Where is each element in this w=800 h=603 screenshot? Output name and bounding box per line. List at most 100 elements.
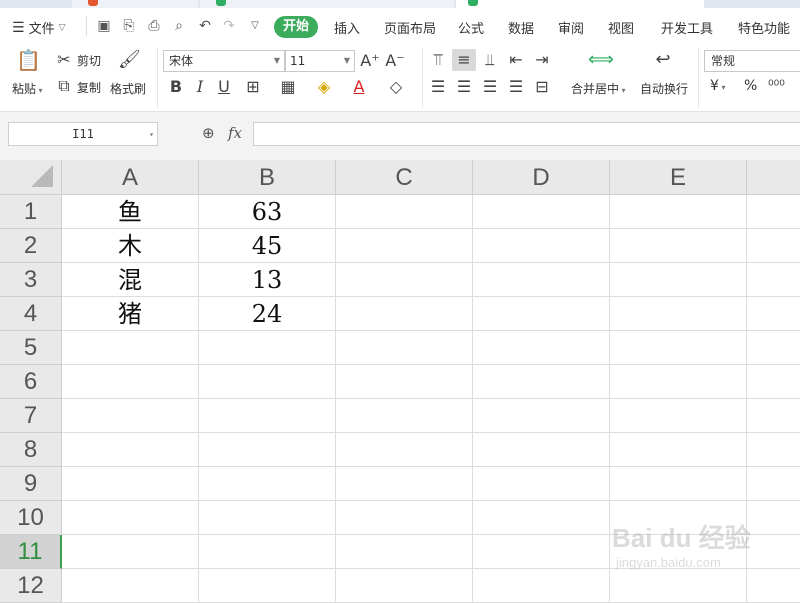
cell[interactable]: 24 <box>199 297 336 331</box>
increase-font-icon[interactable]: A⁺ <box>360 51 380 71</box>
cell[interactable] <box>62 501 199 535</box>
save-icon[interactable]: ▣ <box>95 17 113 35</box>
cell[interactable]: 混 <box>62 263 199 297</box>
row-header-7[interactable]: 7 <box>0 399 62 433</box>
cell[interactable] <box>610 297 747 331</box>
percent-button[interactable]: % <box>744 78 757 94</box>
cell[interactable] <box>199 467 336 501</box>
redo-icon[interactable]: ↷ <box>220 17 238 35</box>
cell[interactable] <box>747 399 800 433</box>
tab-formulas[interactable]: 公式 <box>458 18 484 37</box>
cell[interactable]: 鱼 <box>62 195 199 229</box>
align-middle-icon[interactable]: ≡ <box>454 50 474 70</box>
cell-style-icon[interactable]: ▦ <box>278 77 298 97</box>
align-center-icon[interactable]: ☰ <box>454 77 474 97</box>
row-header-11[interactable]: 11 <box>0 535 62 569</box>
cell[interactable] <box>473 535 610 569</box>
cell[interactable] <box>62 535 199 569</box>
column-header-e[interactable]: E <box>610 160 747 195</box>
undo-icon[interactable]: ↶ <box>196 17 214 35</box>
row-header-6[interactable]: 6 <box>0 365 62 399</box>
align-bottom-icon[interactable]: ⫫ <box>480 50 500 70</box>
cell[interactable] <box>336 467 473 501</box>
cell[interactable] <box>473 263 610 297</box>
tab-start[interactable]: 开始 <box>274 16 318 38</box>
paste-icon[interactable]: 📋 <box>16 50 41 70</box>
cell[interactable] <box>62 365 199 399</box>
cell[interactable] <box>747 297 800 331</box>
cell[interactable] <box>62 331 199 365</box>
export-icon[interactable]: ⎘ <box>120 17 138 35</box>
currency-button[interactable]: ¥ ▾ <box>710 78 725 94</box>
tab-developer[interactable]: 开发工具 <box>661 18 713 37</box>
column-header-c[interactable]: C <box>336 160 473 195</box>
cell[interactable] <box>610 467 747 501</box>
cell[interactable] <box>473 501 610 535</box>
decrease-font-icon[interactable]: A⁻ <box>385 51 405 71</box>
cell[interactable] <box>747 263 800 297</box>
cell[interactable] <box>473 195 610 229</box>
cell[interactable] <box>747 229 800 263</box>
clear-format-icon[interactable]: ◇ <box>386 77 406 97</box>
font-color-icon[interactable]: A <box>349 77 369 97</box>
row-header-1[interactable]: 1 <box>0 195 62 229</box>
cell[interactable] <box>610 501 747 535</box>
copy-icon[interactable]: ⧉ <box>54 76 74 96</box>
merge-center-icon[interactable]: ⟺ <box>588 50 614 70</box>
cell[interactable] <box>610 399 747 433</box>
row-header-8[interactable]: 8 <box>0 433 62 467</box>
formula-input[interactable] <box>253 122 800 146</box>
cell[interactable] <box>473 229 610 263</box>
format-painter-icon[interactable]: 🖌 <box>118 50 141 70</box>
row-header-5[interactable]: 5 <box>0 331 62 365</box>
cell[interactable]: 63 <box>199 195 336 229</box>
cell[interactable] <box>473 569 610 603</box>
scissors-icon[interactable]: ✂ <box>54 50 74 70</box>
tab-insert[interactable]: 插入 <box>334 18 360 37</box>
align-right-icon[interactable]: ☰ <box>480 77 500 97</box>
cell[interactable] <box>610 433 747 467</box>
tab-special-features[interactable]: 特色功能 <box>738 18 790 37</box>
cell[interactable] <box>747 433 800 467</box>
cell[interactable]: 45 <box>199 229 336 263</box>
cell[interactable] <box>473 467 610 501</box>
cell[interactable] <box>610 365 747 399</box>
cell[interactable] <box>610 263 747 297</box>
decrease-indent-icon[interactable]: ⇤ <box>506 50 526 70</box>
print-icon[interactable]: ⎙ <box>145 17 163 35</box>
cell[interactable] <box>747 467 800 501</box>
cell[interactable] <box>199 331 336 365</box>
cell[interactable]: 13 <box>199 263 336 297</box>
cell[interactable] <box>336 263 473 297</box>
document-tab-2[interactable] <box>200 0 454 8</box>
fx-icon[interactable]: fx <box>228 124 242 142</box>
row-header-10[interactable]: 10 <box>0 501 62 535</box>
cell[interactable] <box>610 569 747 603</box>
tab-view[interactable]: 视图 <box>608 18 634 37</box>
merge-center-button[interactable]: 合并居中 ▾ <box>571 80 626 97</box>
cell[interactable] <box>336 501 473 535</box>
customize-chevron-icon[interactable]: ▽ <box>246 17 264 35</box>
thousands-separator-icon[interactable]: ⁰⁰⁰ <box>768 78 785 94</box>
cell[interactable] <box>199 365 336 399</box>
name-box[interactable]: I11 ▾ <box>8 122 158 146</box>
cell[interactable] <box>336 365 473 399</box>
cell[interactable] <box>747 501 800 535</box>
cell[interactable] <box>747 331 800 365</box>
cut-button[interactable]: 剪切 <box>77 52 101 69</box>
cell[interactable] <box>473 399 610 433</box>
underline-icon[interactable]: U <box>214 77 234 97</box>
cell[interactable] <box>62 467 199 501</box>
increase-indent-icon[interactable]: ⇥ <box>532 50 552 70</box>
file-menu[interactable]: ☰ 文件 ▽ <box>12 18 66 38</box>
distributed-align-icon[interactable]: ⊟ <box>532 77 552 97</box>
cell[interactable] <box>336 331 473 365</box>
paste-button[interactable]: 粘贴 ▾ <box>12 80 43 97</box>
cell[interactable] <box>473 433 610 467</box>
wrap-text-button[interactable]: 自动换行 <box>640 80 688 97</box>
cell[interactable] <box>473 297 610 331</box>
row-header-3[interactable]: 3 <box>0 263 62 297</box>
font-size-select[interactable]: 11 ▼ <box>285 50 355 72</box>
column-header-a[interactable]: A <box>62 160 199 195</box>
cell[interactable] <box>199 569 336 603</box>
